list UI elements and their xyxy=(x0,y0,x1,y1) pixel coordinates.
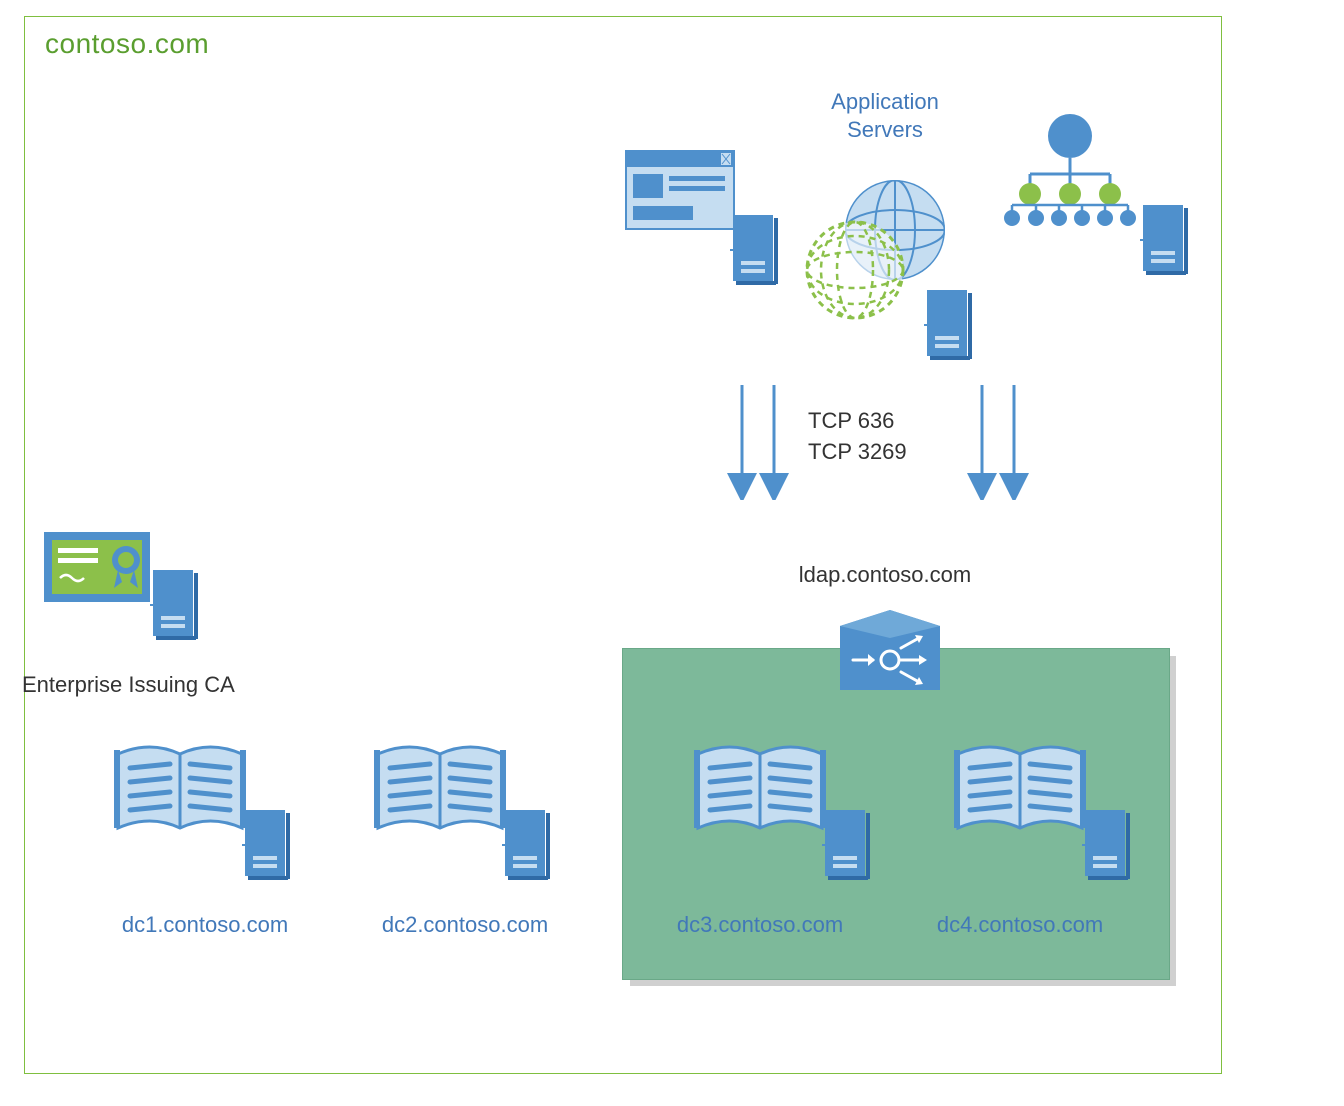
port-2: TCP 3269 xyxy=(808,439,907,464)
server-icon xyxy=(502,810,552,880)
server-icon xyxy=(242,810,292,880)
server-icon xyxy=(150,570,200,640)
dc3-label: dc3.contoso.com xyxy=(660,912,860,938)
browser-window-icon xyxy=(625,150,735,230)
domain-title: contoso.com xyxy=(45,28,209,60)
server-icon xyxy=(822,810,872,880)
ldap-label: ldap.contoso.com xyxy=(770,562,1000,588)
tcp-ports: TCP 636 TCP 3269 xyxy=(808,406,907,468)
directory-book-icon xyxy=(690,742,830,842)
dc4-label: dc4.contoso.com xyxy=(920,912,1120,938)
server-icon xyxy=(730,215,780,285)
directory-book-icon xyxy=(370,742,510,842)
appservers-title-l2: Servers xyxy=(847,117,923,142)
server-icon xyxy=(924,290,974,360)
certificate-icon xyxy=(42,530,152,610)
org-chart-icon xyxy=(995,108,1145,228)
port-1: TCP 636 xyxy=(808,408,894,433)
dc1-label: dc1.contoso.com xyxy=(105,912,305,938)
server-icon xyxy=(1082,810,1132,880)
dc2-label: dc2.contoso.com xyxy=(365,912,565,938)
load-balancer-icon xyxy=(835,608,945,698)
directory-book-icon xyxy=(950,742,1090,842)
directory-book-icon xyxy=(110,742,250,842)
server-icon xyxy=(1140,205,1190,275)
ca-label: Enterprise Issuing CA xyxy=(22,672,235,698)
appservers-title: Application Servers xyxy=(775,88,995,143)
appservers-title-l1: Application xyxy=(831,89,939,114)
